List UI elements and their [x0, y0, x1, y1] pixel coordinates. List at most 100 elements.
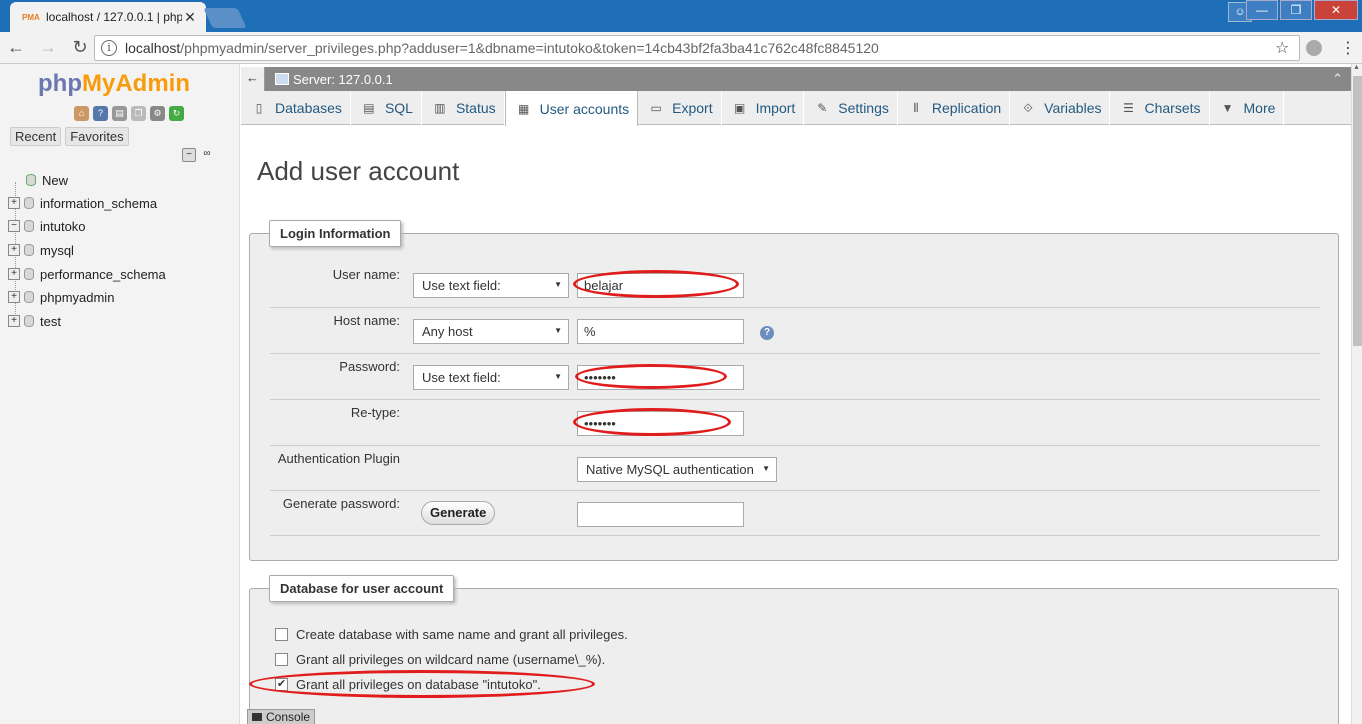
login-information-legend: Login Information	[269, 220, 402, 247]
generated-password-input[interactable]	[577, 502, 744, 527]
info-icon[interactable]: i	[101, 40, 117, 56]
collapse-all-icon[interactable]: −	[182, 148, 196, 162]
bookmark-star-icon[interactable]: ☆	[1275, 38, 1299, 58]
checkbox[interactable]	[275, 653, 288, 666]
option-label: Create database with same name and grant…	[296, 627, 628, 642]
scroll-thumb[interactable]	[1353, 76, 1362, 346]
hostname-input[interactable]: %	[577, 319, 744, 344]
console-label: Console	[266, 710, 311, 724]
auth-plugin-select[interactable]: Native MySQL authentication ▼	[577, 457, 777, 482]
checkbox[interactable]	[275, 628, 288, 641]
nav-toggle-arrow-icon[interactable]: ←	[241, 67, 265, 91]
generate-button[interactable]: Generate	[421, 501, 496, 525]
scroll-up-icon[interactable]: ▲	[1353, 64, 1360, 71]
collapse-top-icon[interactable]: ⌃	[1332, 71, 1343, 87]
server-icon	[275, 73, 289, 85]
tab-sql[interactable]: ▤ SQL	[351, 91, 422, 125]
option-create-database[interactable]: Create database with same name and grant…	[275, 627, 628, 642]
help-icon[interactable]: ?	[760, 326, 774, 340]
window-controls: — ❐ ✕	[1246, 0, 1358, 20]
tree-item-performance-schema[interactable]: + performance_schema	[8, 264, 166, 284]
tab-databases[interactable]: ▯ Databases	[241, 91, 351, 125]
refresh-icon[interactable]: ↻	[169, 106, 184, 121]
tab-label: Charsets	[1144, 100, 1201, 116]
variables-icon: ⟐	[1023, 101, 1033, 115]
option-grant-database[interactable]: ✔ Grant all privileges on database "intu…	[275, 677, 541, 692]
maximize-icon[interactable]: ❐	[1280, 0, 1312, 20]
expand-icon[interactable]: +	[8, 244, 20, 256]
link-icon[interactable]: ∞	[200, 148, 214, 162]
username-input[interactable]: belajar	[577, 273, 744, 298]
favorites-tab[interactable]: Favorites	[65, 127, 129, 146]
expand-icon[interactable]: +	[8, 315, 20, 327]
tree-item-new[interactable]: New	[26, 170, 68, 190]
username-mode-select[interactable]: Use text field: ▼	[413, 273, 569, 298]
tab-status[interactable]: ▥ Status	[422, 91, 505, 125]
new-tab-button[interactable]	[203, 8, 247, 28]
select-value: Use text field:	[422, 370, 501, 385]
expand-icon[interactable]: +	[8, 197, 20, 209]
copy-icon[interactable]: ❐	[131, 106, 146, 121]
tree-item-information-schema[interactable]: + information_schema	[8, 193, 157, 213]
window-close-icon[interactable]: ✕	[1314, 0, 1358, 20]
collapse-icon[interactable]: −	[8, 220, 20, 232]
tab-charsets[interactable]: ☰ Charsets	[1110, 91, 1210, 125]
checkbox-checked[interactable]: ✔	[275, 678, 288, 691]
database-icon	[24, 315, 34, 327]
browser-tab[interactable]: PMA localhost / 127.0.0.1 | php ✕	[10, 2, 206, 32]
retype-label: Re-type:	[350, 405, 400, 420]
host-mode-select[interactable]: Any host ▼	[413, 319, 569, 344]
forward-arrow-icon[interactable]: →	[32, 37, 64, 58]
expand-icon[interactable]: +	[8, 268, 20, 280]
reload-icon[interactable]: ↻	[64, 37, 96, 58]
extension-icon[interactable]	[1306, 40, 1322, 56]
new-label: New	[42, 172, 69, 188]
tab-settings[interactable]: ✎ Settings	[804, 91, 898, 125]
tree-item-test[interactable]: + test	[8, 311, 61, 331]
nav-tabs: Recent Favorites	[10, 127, 129, 146]
console-toggle[interactable]: Console	[247, 709, 316, 724]
new-db-icon	[26, 174, 36, 186]
address-bar[interactable]: i localhost/phpmyadmin/server_privileges…	[94, 35, 1300, 61]
page-title: Add user account	[257, 156, 460, 186]
console-icon	[252, 713, 262, 721]
docs-icon[interactable]: ▤	[112, 106, 127, 121]
chevron-down-icon: ▼	[1221, 101, 1234, 115]
tab-variables[interactable]: ⟐ Variables	[1010, 91, 1111, 125]
tab-export[interactable]: ▭ Export	[638, 91, 722, 125]
tab-title: localhost / 127.0.0.1 | php	[46, 10, 182, 24]
logout-icon[interactable]: ?	[93, 106, 108, 121]
minimize-icon[interactable]: —	[1246, 0, 1278, 20]
tab-replication[interactable]: ⫴ Replication	[898, 91, 1011, 125]
tab-user-accounts[interactable]: ▦ User accounts	[504, 91, 639, 126]
tree-item-intutoko[interactable]: − intutoko	[8, 216, 86, 236]
close-icon[interactable]: ✕	[182, 9, 198, 26]
export-icon: ▭	[650, 101, 662, 115]
password-input[interactable]: •••••••	[577, 365, 744, 390]
browser-menu-icon[interactable]: ⋮	[1340, 38, 1356, 58]
tab-label: More	[1243, 100, 1276, 116]
tab-label: Replication	[931, 100, 1002, 116]
database-icon: ▯	[255, 101, 263, 115]
phpmyadmin-logo[interactable]: phpMyAdmin	[38, 70, 190, 98]
option-wildcard-privileges[interactable]: Grant all privileges on wildcard name (u…	[275, 652, 605, 667]
home-icon[interactable]: ⌂	[74, 106, 89, 121]
database-icon	[24, 291, 34, 303]
page-scrollbar[interactable]: ▲	[1351, 64, 1362, 724]
tree-item-mysql[interactable]: + mysql	[8, 240, 74, 260]
retype-input[interactable]: •••••••	[577, 411, 744, 436]
database-icon	[24, 268, 34, 280]
recent-tab[interactable]: Recent	[10, 127, 62, 146]
breadcrumb-server[interactable]: Server: 127.0.0.1	[293, 72, 393, 87]
database-icon	[24, 197, 34, 209]
gear-icon[interactable]: ⚙	[150, 106, 165, 121]
auth-plugin-row	[270, 446, 1320, 491]
password-mode-select[interactable]: Use text field: ▼	[413, 365, 569, 390]
tab-more[interactable]: ▼ More	[1210, 91, 1285, 125]
tab-import[interactable]: ▣ Import	[722, 91, 805, 125]
top-menu: ▯ Databases ▤ SQL ▥ Status ▦ User accounts ▭…	[241, 91, 1351, 126]
tree-item-phpmyadmin[interactable]: + phpmyadmin	[8, 287, 114, 307]
expand-icon[interactable]: +	[8, 291, 20, 303]
back-arrow-icon[interactable]: ←	[0, 37, 32, 58]
browser-toolbar: ← → ↻ i localhost/phpmyadmin/server_priv…	[0, 32, 1362, 64]
